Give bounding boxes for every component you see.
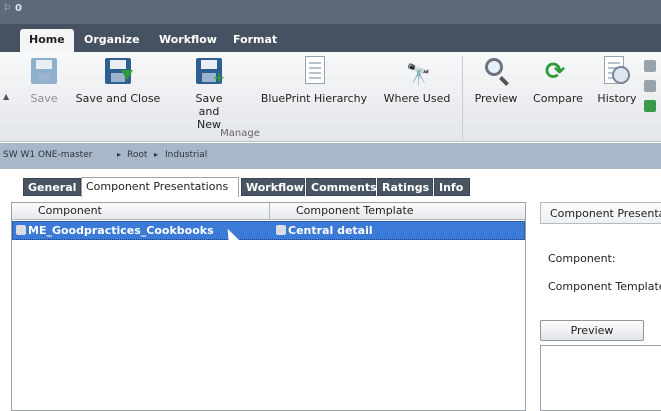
save-close-icon <box>103 56 133 86</box>
where-used-button[interactable]: 🔭 Where Used <box>380 56 454 105</box>
where-used-label: Where Used <box>383 92 451 105</box>
row-component-name: ME_Goodpractices_Cookbooks <box>28 224 214 237</box>
row-template-cell[interactable]: Central detail <box>276 224 373 237</box>
ribbon-overflow-icons <box>644 60 661 120</box>
history-button[interactable]: History <box>592 56 642 105</box>
breadcrumb-separator-icon: ▸ <box>117 150 122 159</box>
save-close-label: Save and Close <box>75 92 161 105</box>
blueprint-hierarchy-label: BluePrint Hierarchy <box>260 92 368 105</box>
template-field-label: Component Template: <box>548 280 661 293</box>
preview-presentation-button[interactable]: Preview <box>540 320 644 341</box>
compare-label: Compare <box>533 92 583 105</box>
history-icon <box>602 56 632 86</box>
tab-workflow[interactable]: Workflow <box>150 29 226 52</box>
binoculars-icon: 🔭 <box>406 62 431 86</box>
ribbon-group-label: Manage <box>220 128 260 139</box>
compare-button[interactable]: ⟳ Compare <box>528 56 588 105</box>
save-and-close-button[interactable]: Save and Close <box>70 56 166 105</box>
lock-icon[interactable] <box>644 60 656 72</box>
row-template-name: Central detail <box>288 224 373 237</box>
breadcrumb-folder[interactable]: Industrial <box>165 150 207 160</box>
tab-component-presentations[interactable]: Component Presentations <box>81 177 239 197</box>
details-tab[interactable]: Component Presentation <box>540 202 661 224</box>
preview-label: Preview <box>474 92 518 105</box>
ribbon-tab-bar: Home Organize Workflow Format <box>0 24 661 52</box>
flag-icon: ⚐ <box>3 4 12 14</box>
list-header: Component Component Template <box>12 203 525 220</box>
component-field-label: Component: <box>548 252 616 265</box>
column-header-component[interactable]: Component <box>38 204 102 217</box>
save-icon <box>29 56 59 86</box>
row-component-cell[interactable]: ME_Goodpractices_Cookbooks <box>16 224 214 237</box>
compare-icon: ⟳ <box>545 57 566 85</box>
tab-home[interactable]: Home <box>20 29 74 52</box>
save-new-label: Save and New <box>195 92 223 131</box>
title-count: 0 <box>15 3 22 14</box>
preview-pane <box>540 345 661 411</box>
ribbon: ▲ Save Save and Close + Save and New Blu… <box>0 52 661 142</box>
tab-info[interactable]: Info <box>434 178 470 196</box>
save-label: Save <box>30 92 58 105</box>
page-tab-bar: General Component Presentations Workflow… <box>0 169 661 197</box>
tab-ratings[interactable]: Ratings <box>377 178 433 196</box>
tab-organize[interactable]: Organize <box>75 29 149 52</box>
check-in-icon[interactable] <box>644 100 656 112</box>
magnifier-icon <box>481 56 511 86</box>
breadcrumb: SW W1 ONE-master ▸ Root ▸ Industrial <box>0 143 661 169</box>
presentations-list: Component Component Template ME_Goodprac… <box>11 202 526 411</box>
tab-comments[interactable]: Comments <box>306 178 377 196</box>
preview-button[interactable]: Preview <box>470 56 522 105</box>
collapse-ribbon-icon[interactable]: ▲ <box>3 92 9 101</box>
title-bar: ⚐ 0 <box>0 0 661 24</box>
history-label: History <box>597 92 637 105</box>
template-icon <box>276 225 286 235</box>
unlock-icon[interactable] <box>644 80 656 92</box>
blueprint-hierarchy-icon <box>299 56 329 86</box>
details-tab-label: Component Presentation <box>550 207 661 220</box>
save-new-icon: + <box>194 56 225 86</box>
save-and-new-button[interactable]: + Save and New <box>176 56 242 131</box>
save-button[interactable]: Save <box>24 56 64 105</box>
presentation-details-panel: Component Presentation Component: Compon… <box>540 202 661 411</box>
column-divider[interactable] <box>269 203 270 220</box>
breadcrumb-separator-icon: ▸ <box>154 150 159 159</box>
tab-workflow-page[interactable]: Workflow <box>241 178 305 196</box>
breadcrumb-root[interactable]: Root <box>127 150 147 160</box>
tab-format[interactable]: Format <box>224 29 286 52</box>
table-row[interactable]: ME_Goodpractices_Cookbooks Central detai… <box>12 221 525 240</box>
blueprint-hierarchy-button[interactable]: BluePrint Hierarchy <box>254 56 374 105</box>
column-header-template[interactable]: Component Template <box>296 204 414 217</box>
component-icon <box>16 225 26 235</box>
ribbon-separator <box>462 56 463 140</box>
tab-general[interactable]: General <box>23 178 81 196</box>
breadcrumb-publication[interactable]: SW W1 ONE-master <box>3 150 92 160</box>
